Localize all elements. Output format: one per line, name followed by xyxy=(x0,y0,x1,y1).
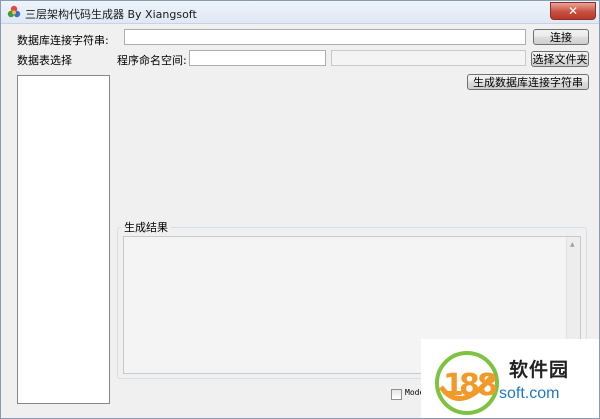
folder-path-field xyxy=(331,50,526,66)
model-checkbox[interactable] xyxy=(391,389,402,400)
namespace-label: 程序命名空间: xyxy=(117,54,187,67)
watermark-text-cn: 软件园 xyxy=(509,359,570,381)
close-button[interactable]: ✕ xyxy=(550,2,596,20)
watermark: 1 8 8 软件园 soft.com xyxy=(421,339,599,418)
svg-text:8: 8 xyxy=(477,368,498,403)
app-window: 三层架构代码生成器 By Xiangsoft ✕ 数据库连接字符串: 连接 数据… xyxy=(0,0,600,419)
choose-folder-button[interactable]: 选择文件夹 xyxy=(531,51,589,67)
watermark-logo: 1 8 8 xyxy=(435,351,499,415)
title-bar[interactable]: 三层架构代码生成器 By Xiangsoft ✕ xyxy=(1,1,599,24)
generate-connection-string-button[interactable]: 生成数据库连接字符串 xyxy=(467,74,589,90)
close-icon: ✕ xyxy=(567,4,579,18)
window-title: 三层架构代码生成器 By Xiangsoft xyxy=(25,8,197,21)
scroll-up-arrow-icon[interactable]: ▲ xyxy=(570,241,575,248)
table-select-label: 数据表选择 xyxy=(17,54,72,67)
connection-string-label: 数据库连接字符串: xyxy=(17,34,109,47)
result-group-title: 生成结果 xyxy=(121,219,171,235)
connect-button[interactable]: 连接 xyxy=(533,29,589,45)
watermark-text-url: soft.com xyxy=(499,385,560,402)
table-list[interactable] xyxy=(17,75,110,404)
app-icon xyxy=(7,5,21,18)
namespace-input[interactable] xyxy=(189,50,326,66)
connection-string-input[interactable] xyxy=(124,29,526,45)
